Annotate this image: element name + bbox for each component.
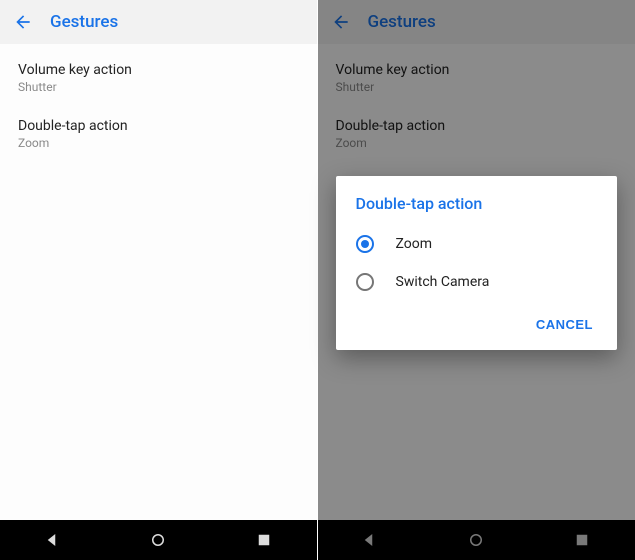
back-arrow-icon[interactable]: [12, 11, 34, 33]
list-item-volume-key[interactable]: Volume key action Shutter: [0, 50, 317, 106]
item-title: Double-tap action: [18, 118, 299, 134]
nav-back-icon[interactable]: [44, 531, 62, 549]
app-bar: Gestures: [0, 0, 317, 44]
cancel-button[interactable]: CANCEL: [528, 311, 601, 338]
item-subtitle: Zoom: [18, 136, 299, 150]
dialog-title: Double-tap action: [336, 194, 618, 225]
phone-screen-left: Gestures Volume key action Shutter Doubl…: [0, 0, 318, 560]
dialog-double-tap-action: Double-tap action Zoom Switch Camera CAN…: [336, 176, 618, 350]
radio-icon: [356, 273, 374, 291]
dialog-actions: CANCEL: [336, 301, 618, 344]
phone-screen-right: Gestures Volume key action Shutter Doubl…: [318, 0, 635, 560]
page-title: Gestures: [50, 12, 118, 32]
radio-option-zoom[interactable]: Zoom: [336, 225, 618, 263]
list-item-double-tap[interactable]: Double-tap action Zoom: [0, 106, 317, 162]
item-title: Volume key action: [18, 62, 299, 78]
item-subtitle: Shutter: [18, 80, 299, 94]
radio-label: Zoom: [396, 236, 433, 252]
radio-label: Switch Camera: [396, 274, 490, 290]
nav-home-icon[interactable]: [149, 531, 167, 549]
settings-list: Volume key action Shutter Double-tap act…: [0, 44, 317, 520]
android-nav-bar: [0, 520, 317, 560]
radio-icon: [356, 235, 374, 253]
nav-recents-icon[interactable]: [255, 531, 273, 549]
radio-option-switch-camera[interactable]: Switch Camera: [336, 263, 618, 301]
